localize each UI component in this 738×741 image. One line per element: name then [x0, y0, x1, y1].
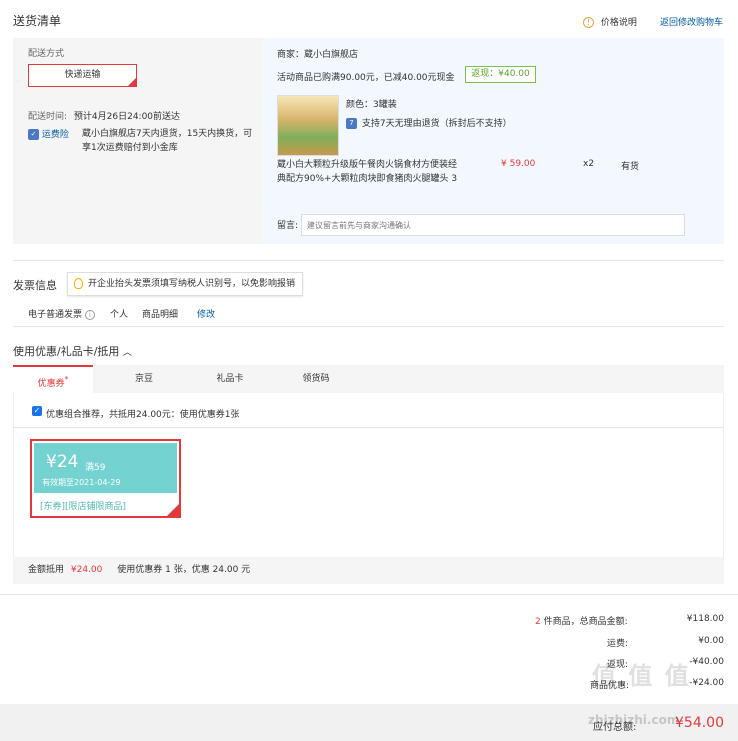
item-count-text: 件商品，总商品金额:	[543, 617, 628, 627]
invoice-detail: 商品明细	[142, 310, 179, 320]
product-name[interactable]: 蔵小白大颗粒升级版午餐肉火锅食材方便装经 典配方90%+大颗粒肉块即食猪肉火腿罐…	[277, 158, 472, 186]
product-spec: 颜色：3罐装	[346, 100, 397, 110]
coupon-tag: [东券]	[40, 502, 66, 512]
product-image[interactable]	[277, 95, 339, 156]
coupons-toggle[interactable]: 使用优惠/礼品卡/抵用 ︿	[13, 343, 132, 359]
coupon-card-header: ¥24 满59 有效期至2021-04-29	[34, 443, 177, 493]
recommend-checkbox[interactable]: ✓	[32, 406, 42, 416]
coupon-amount: ¥24	[46, 452, 79, 472]
goods-amount: ¥118.00	[686, 614, 724, 624]
back-to-cart-link[interactable]: 返回修改购物车	[660, 15, 723, 28]
invoice-title: 发票信息	[13, 279, 57, 292]
return-policy-text: 支持7天无理由退货（拆封后不支持）	[361, 119, 512, 129]
new-dot-icon: *	[64, 375, 69, 384]
divider	[13, 326, 724, 327]
tab-gift-card[interactable]: 礼品卡	[190, 365, 270, 393]
delivery-time: 配送时间: 预计4月26日24:00前送达	[28, 109, 180, 122]
section-title-delivery: 送货清单	[13, 14, 62, 28]
summary-amount: ¥24.00	[70, 565, 103, 575]
chevron-up-icon: ︿	[122, 348, 132, 358]
coupon-summary: 金额抵用 ¥24.00 使用优惠券 1 张，优惠 24.00 元	[13, 557, 724, 584]
tab-coupon[interactable]: 优惠券*	[13, 365, 93, 393]
tab-label: 优惠券	[37, 379, 65, 389]
summary-label: 金额抵用	[28, 565, 65, 575]
watermark-logo: 值 值 值	[592, 662, 691, 690]
divider	[13, 260, 724, 261]
coupon-discount: -¥24.00	[689, 678, 724, 688]
promo-text: 活动商品已购满90.00元，已减40.00元现金	[277, 73, 455, 83]
message-label: 留言:	[277, 221, 299, 231]
divider	[0, 594, 738, 595]
info-icon[interactable]: i	[84, 309, 95, 320]
product-quantity: x2	[583, 159, 595, 169]
shipping-fee: ¥0.00	[698, 636, 724, 646]
return-shield-icon: 7	[346, 118, 357, 129]
total-goods-row: 2 件商品，总商品金额:	[535, 614, 628, 627]
delivery-time-label: 配送时间:	[28, 112, 68, 122]
coupon-scope-text: [限店铺限商品]	[65, 502, 127, 512]
invoice-edit-link[interactable]: 修改	[197, 307, 215, 320]
invoice-type-label: 电子普通发票	[28, 310, 83, 320]
cashback-amount: -¥40.00	[689, 657, 724, 667]
price-help-label: 价格说明	[600, 18, 637, 28]
coupon-scope: [东券][限店铺限商品]	[40, 499, 126, 512]
coupon-threshold: 满59	[85, 463, 106, 473]
rebate-badge: 返现：¥40.00	[465, 66, 536, 83]
coupon-card[interactable]: ¥24 满59 有效期至2021-04-29 [东券][限店铺限商品]	[30, 439, 181, 518]
shipping-insurance[interactable]: ✓ 运费险	[28, 127, 69, 140]
insurance-label: 运费险	[41, 130, 69, 140]
shipping-method-button[interactable]: 快递运输	[28, 64, 137, 87]
product-name-line: 蔵小白大颗粒升级版午餐肉火锅食材方便装经	[277, 160, 458, 170]
message-input[interactable]	[301, 214, 685, 236]
selected-corner-icon	[167, 504, 179, 516]
summary-detail: 使用优惠券 1 张，优惠 24.00 元	[117, 565, 251, 575]
insurance-desc: 蔵小白旗舰店7天内退货，15天内换货，可 享1次运费赔付到小金库	[82, 127, 252, 155]
watermark-site: zhizhizhi.com	[588, 713, 680, 727]
stock-status: 有货	[621, 162, 640, 172]
info-icon: !	[583, 17, 594, 28]
recommend-text: 优惠组合推荐，共抵用24.00元：使用优惠券1张	[46, 410, 240, 420]
invoice-person: 个人	[110, 310, 129, 320]
payable-amount: ¥54.00	[675, 715, 724, 731]
shipping-method-value: 快递运输	[64, 70, 101, 80]
return-policy: 7 支持7天无理由退货（拆封后不支持）	[346, 116, 512, 129]
product-price: ¥ 59.00	[501, 159, 536, 169]
shipping-method-label: 配送方式	[28, 49, 65, 59]
coupons-title: 使用优惠/礼品卡/抵用	[13, 345, 120, 358]
item-count: 2	[535, 617, 541, 627]
invoice-tip: 开企业抬头发票须填写纳税人识别号，以免影响报销	[67, 272, 303, 296]
selected-corner-icon	[128, 78, 136, 86]
insurance-desc-line: 蔵小白旗舰店7天内退货，15天内换货，可	[82, 129, 253, 139]
invoice-tip-text: 开企业抬头发票须填写纳税人识别号，以免影响报销	[88, 279, 296, 289]
tab-redeem-code[interactable]: 领货码	[276, 365, 356, 393]
shop-name: 商家：蔵小白旗舰店	[277, 50, 359, 60]
insurance-desc-line: 享1次运费赔付到小金库	[82, 143, 178, 153]
invoice-type: 电子普通发票 i	[28, 307, 95, 320]
delivery-time-value: 预计4月26日24:00前送达	[73, 112, 181, 122]
divider	[14, 427, 723, 428]
shield-icon: ✓	[28, 129, 39, 140]
tab-jingdou[interactable]: 京豆	[104, 365, 184, 393]
lightbulb-icon	[74, 278, 83, 289]
product-name-line: 典配方90%+大颗粒肉块即食猪肉火腿罐头 3	[277, 174, 458, 184]
shipping-fee-label: 运费:	[607, 639, 629, 649]
price-help-link[interactable]: ! 价格说明	[583, 15, 637, 28]
coupon-expiry: 有效期至2021-04-29	[42, 478, 121, 487]
